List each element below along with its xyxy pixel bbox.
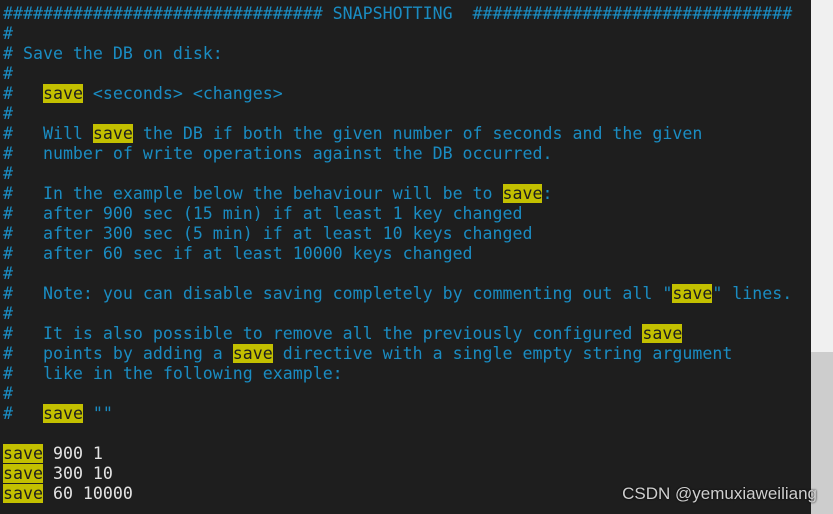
- search-match: save: [3, 484, 43, 503]
- comment-text: # Will: [3, 124, 93, 143]
- comment-text: " lines.: [712, 284, 793, 303]
- editor-line: # after 60 sec if at least 10000 keys ch…: [3, 244, 473, 264]
- editor-line: # number of write operations against the…: [3, 144, 552, 164]
- editor-line: # points by adding a save directive with…: [3, 344, 732, 364]
- editor-line: save 60 10000: [3, 484, 133, 504]
- editor-line: #: [3, 264, 13, 284]
- comment-text: :: [542, 184, 553, 203]
- comment-text: #: [3, 104, 13, 123]
- editor-line: #: [3, 64, 13, 84]
- editor-line: save 300 10: [3, 464, 113, 484]
- editor-line: #: [3, 24, 13, 44]
- comment-text: #: [3, 404, 43, 423]
- editor-line: save 900 1: [3, 444, 103, 464]
- search-match: save: [642, 324, 683, 343]
- editor-line: #: [3, 104, 13, 124]
- search-match: save: [672, 284, 713, 303]
- search-match: save: [42, 404, 83, 423]
- comment-text: # points by adding a: [3, 344, 233, 363]
- editor-line: # save <seconds> <changes>: [3, 84, 283, 104]
- vim-editor[interactable]: ################################ SNAPSHO…: [0, 0, 811, 514]
- editor-line: # after 300 sec (5 min) if at least 10 k…: [3, 224, 533, 244]
- search-match: save: [502, 184, 543, 203]
- config-text: 60 10000: [42, 484, 133, 503]
- editor-line: # Will save the DB if both the given num…: [3, 124, 702, 144]
- config-text: 900 1: [42, 444, 103, 463]
- comment-text: # after 300 sec (5 min) if at least 10 k…: [3, 224, 533, 243]
- editor-line: #: [3, 164, 13, 184]
- search-match: save: [92, 124, 133, 143]
- comment-text: # number of write operations against the…: [3, 144, 553, 163]
- comment-text: #: [3, 384, 13, 403]
- comment-text: #: [3, 304, 13, 323]
- watermark: CSDN @yemuxiaweiliang: [622, 484, 817, 503]
- comment-text: #: [3, 164, 13, 183]
- editor-line: # like in the following example:: [3, 364, 343, 384]
- comment-text: # It is also possible to remove all the …: [3, 324, 643, 343]
- comment-text: # like in the following example:: [3, 364, 343, 383]
- comment-text: ################################ SNAPSHO…: [3, 4, 793, 23]
- search-match: save: [3, 464, 43, 483]
- config-text: 300 10: [42, 464, 113, 483]
- editor-line: #: [3, 384, 13, 404]
- editor-line: # In the example below the behaviour wil…: [3, 184, 552, 204]
- comment-text: #: [3, 64, 13, 83]
- editor-line: # Note: you can disable saving completel…: [3, 284, 792, 304]
- comment-text: "": [82, 404, 113, 423]
- comment-text: # after 900 sec (15 min) if at least 1 k…: [3, 204, 523, 223]
- comment-text: # Save the DB on disk:: [3, 44, 223, 63]
- comment-text: # Note: you can disable saving completel…: [3, 284, 673, 303]
- vertical-scrollbar[interactable]: [811, 0, 833, 514]
- comment-text: #: [3, 24, 13, 43]
- search-match: save: [42, 84, 83, 103]
- editor-line: #: [3, 304, 13, 324]
- comment-text: <seconds> <changes>: [82, 84, 283, 103]
- editor-line: ################################ SNAPSHO…: [3, 4, 792, 24]
- comment-text: #: [3, 264, 13, 283]
- editor-line: # save "": [3, 404, 113, 424]
- search-match: save: [232, 344, 273, 363]
- comment-text: directive with a single empty string arg…: [272, 344, 733, 363]
- comment-text: the DB if both the given number of secon…: [132, 124, 703, 143]
- editor-line: # It is also possible to remove all the …: [3, 324, 683, 344]
- editor-line: # Save the DB on disk:: [3, 44, 223, 64]
- search-match: save: [3, 444, 43, 463]
- comment-text: # In the example below the behaviour wil…: [3, 184, 503, 203]
- editor-line: # after 900 sec (15 min) if at least 1 k…: [3, 204, 523, 224]
- comment-text: #: [3, 84, 43, 103]
- comment-text: # after 60 sec if at least 10000 keys ch…: [3, 244, 473, 263]
